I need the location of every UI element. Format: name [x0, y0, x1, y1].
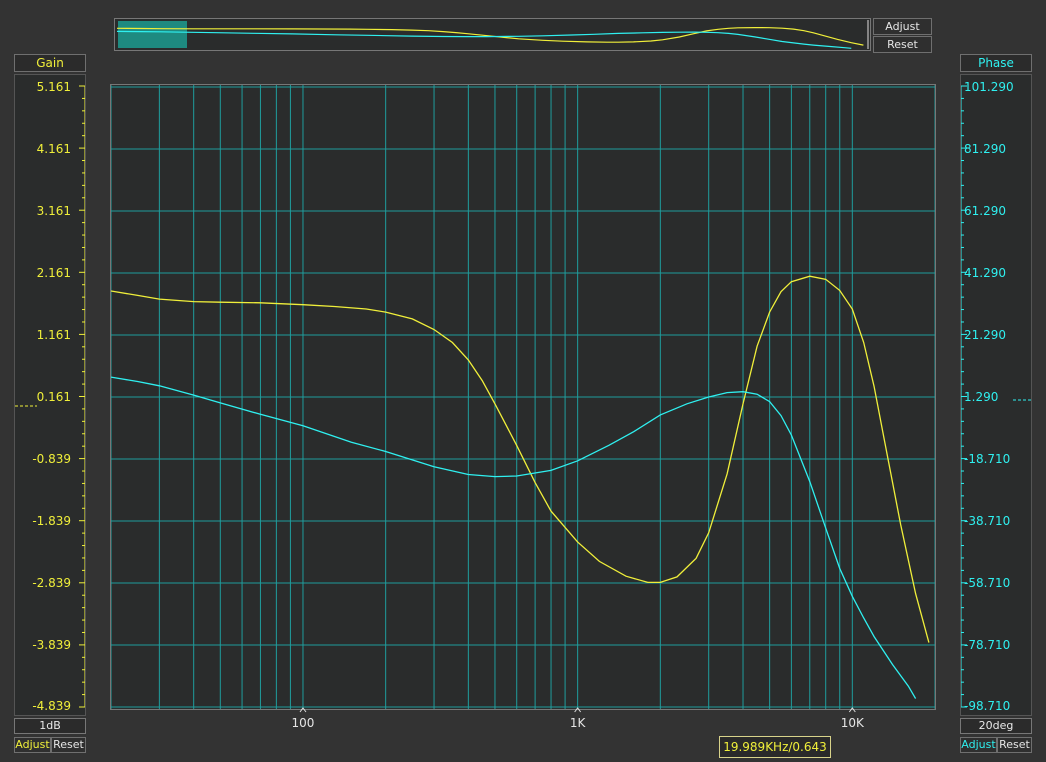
plot-area[interactable]: [110, 84, 936, 710]
gain-tick-label: -2.839: [32, 576, 71, 590]
gain-axis-header: Gain: [14, 54, 86, 72]
gain-tick-label: -1.839: [32, 514, 71, 528]
overview-reset-button[interactable]: Reset: [873, 36, 932, 53]
x-tick-label: 10K: [841, 716, 865, 730]
overview-phase-curve: [116, 30, 852, 49]
phase-tick-label: 21.290: [964, 328, 1006, 342]
gain-tick-label: 1.161: [36, 328, 71, 342]
phase-reset-button[interactable]: Reset: [997, 737, 1032, 753]
phase-tick-label: 81.290: [964, 142, 1006, 156]
phase-tick-label: -58.710: [964, 576, 1011, 590]
x-tick-label: 1K: [570, 716, 587, 730]
x-tick-marker: [574, 707, 582, 713]
overview-view-window[interactable]: [118, 21, 187, 48]
x-tick-marker: [848, 707, 856, 713]
phase-tick-label: -78.710: [964, 638, 1011, 652]
phase-tick-label: 41.290: [964, 266, 1006, 280]
phase-axis-panel[interactable]: 101.290 81.290 61.290 41.290 21.290 1.29…: [960, 74, 1032, 716]
gain-axis-panel[interactable]: 5.161 4.161 3.161 2.161 1.161 0.161 -0.8…: [14, 74, 86, 716]
x-tick-label: 100: [292, 716, 315, 730]
gain-tick-label: -3.839: [32, 638, 71, 652]
gain-tick-label: -0.839: [32, 452, 71, 466]
x-tick-marker: [299, 707, 307, 713]
x-axis: 100 1K 10K: [292, 707, 865, 730]
gain-tick-label: 4.161: [36, 142, 71, 156]
gain-tick-label: 0.161: [36, 390, 71, 404]
gain-tick-label: 2.161: [36, 266, 71, 280]
overview-adjust-button[interactable]: Adjust: [873, 18, 932, 35]
phase-tick-label: 61.290: [964, 204, 1006, 218]
phase-axis-header: Phase: [960, 54, 1032, 72]
phase-tick-label: 1.290: [964, 390, 999, 404]
gain-adjust-button[interactable]: Adjust: [14, 737, 51, 753]
gain-tick-label: 3.161: [36, 204, 71, 218]
plot-svg: [111, 85, 935, 709]
phase-tick-label: -18.710: [964, 452, 1011, 466]
overview-strip[interactable]: [114, 18, 871, 51]
gain-reset-button[interactable]: Reset: [51, 737, 86, 753]
phase-adjust-button[interactable]: Adjust: [960, 737, 997, 753]
phase-tick-label: 101.290: [964, 80, 1014, 94]
phase-tick-label: -38.710: [964, 514, 1011, 528]
gain-tick-label: 5.161: [36, 80, 71, 94]
phase-series-line: [111, 376, 917, 699]
cursor-readout: 19.989KHz/0.643: [719, 736, 831, 758]
overview-svg: [116, 20, 869, 49]
